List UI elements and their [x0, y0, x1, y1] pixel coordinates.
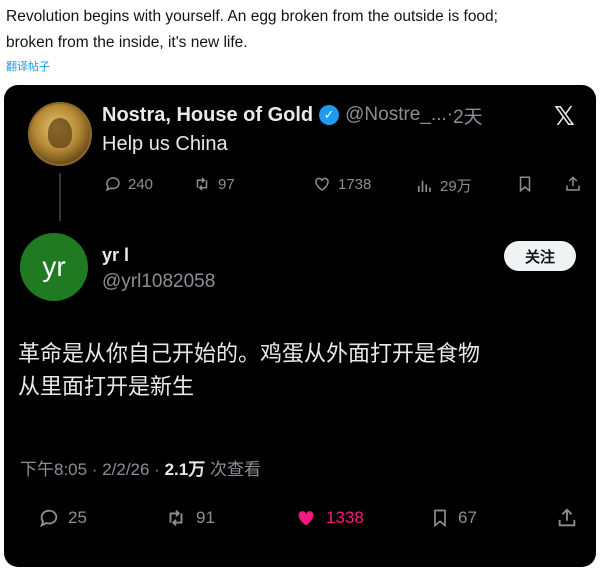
reply-button[interactable]: 25 [38, 507, 87, 529]
reply-text-line-2: 从里面打开是新生 [18, 374, 195, 399]
post-views-label: 次查看 [209, 460, 261, 479]
translate-post-link[interactable]: 翻译帖子 [6, 58, 50, 74]
reply-author-handle[interactable]: @yrl1082058 [102, 271, 215, 293]
bookmark-count: 67 [458, 508, 477, 527]
caption-line-2: broken from the inside, it's new life. [6, 34, 248, 51]
original-post-header: Nostra, House of Gold ✓ @Nostre_... · 2天 [102, 101, 483, 129]
original-post-time[interactable]: 2天 [453, 102, 483, 129]
bookmark-icon [434, 509, 446, 528]
original-repost-button[interactable]: 97 [192, 175, 235, 193]
repost-count: 91 [196, 508, 215, 527]
heart-filled-icon [298, 511, 314, 526]
heart-icon [315, 177, 329, 191]
share-icon [558, 508, 576, 527]
thread-connector-line [59, 173, 61, 221]
original-like-button[interactable]: 1738 [312, 175, 371, 193]
share-icon [566, 176, 580, 191]
original-post-text: Help us China [102, 133, 228, 155]
repost-icon [169, 510, 183, 526]
like-button[interactable]: 1338 [294, 507, 364, 529]
original-repost-count: 97 [218, 175, 235, 193]
reply-author-name[interactable]: yr l [102, 245, 129, 266]
reply-count: 25 [68, 508, 87, 527]
original-view-count: 29万 [440, 178, 472, 195]
share-button[interactable] [556, 507, 578, 529]
caption-line-1: Revolution begins with yourself. An egg … [6, 8, 498, 25]
post-timestamp[interactable]: 下午8:05 · 2/2/26 · [20, 460, 160, 479]
reply-icon [39, 509, 58, 528]
original-author-name[interactable]: Nostra, House of Gold [102, 104, 313, 127]
post-caption: Revolution begins with yourself. An egg … [6, 4, 594, 56]
original-views-button[interactable]: 29万 [414, 175, 472, 196]
reply-post-text: 革命是从你自己开始的。鸡蛋从外面打开是食物 从里面打开是新生 [18, 337, 588, 403]
like-count: 1338 [326, 508, 364, 527]
original-author-avatar[interactable] [28, 102, 92, 166]
post-view-count: 2.1万 [164, 460, 206, 479]
follow-button[interactable]: 关注 [504, 241, 576, 271]
reply-author-avatar[interactable]: yr [20, 233, 88, 301]
verified-badge-icon: ✓ [319, 105, 340, 125]
views-chart-icon [417, 180, 431, 192]
original-post-actions: 240 97 1738 29万 [104, 175, 584, 197]
bookmark-icon [519, 176, 531, 193]
embedded-screenshot-card: Nostra, House of Gold ✓ @Nostre_... · 2天… [4, 85, 596, 567]
reply-icon [105, 177, 120, 192]
repost-button[interactable]: 91 [164, 507, 215, 529]
repost-icon [196, 177, 208, 191]
original-bookmark-button[interactable] [516, 175, 534, 193]
bookmark-button[interactable]: 67 [430, 507, 477, 529]
post-meta-line: 下午8:05 · 2/2/26 · 2.1万 次查看 [20, 455, 261, 480]
original-author-handle[interactable]: @Nostre_... [345, 104, 447, 126]
original-reply-button[interactable]: 240 [104, 175, 153, 193]
original-like-count: 1738 [338, 175, 372, 193]
reply-text-line-1: 革命是从你自己开始的。鸡蛋从外面打开是食物 [18, 341, 481, 366]
original-reply-count: 240 [128, 175, 154, 193]
original-share-button[interactable] [564, 175, 582, 193]
x-logo-icon[interactable]: 𝕏 [554, 101, 575, 132]
reply-post-actions: 25 91 1338 67 [4, 507, 596, 535]
